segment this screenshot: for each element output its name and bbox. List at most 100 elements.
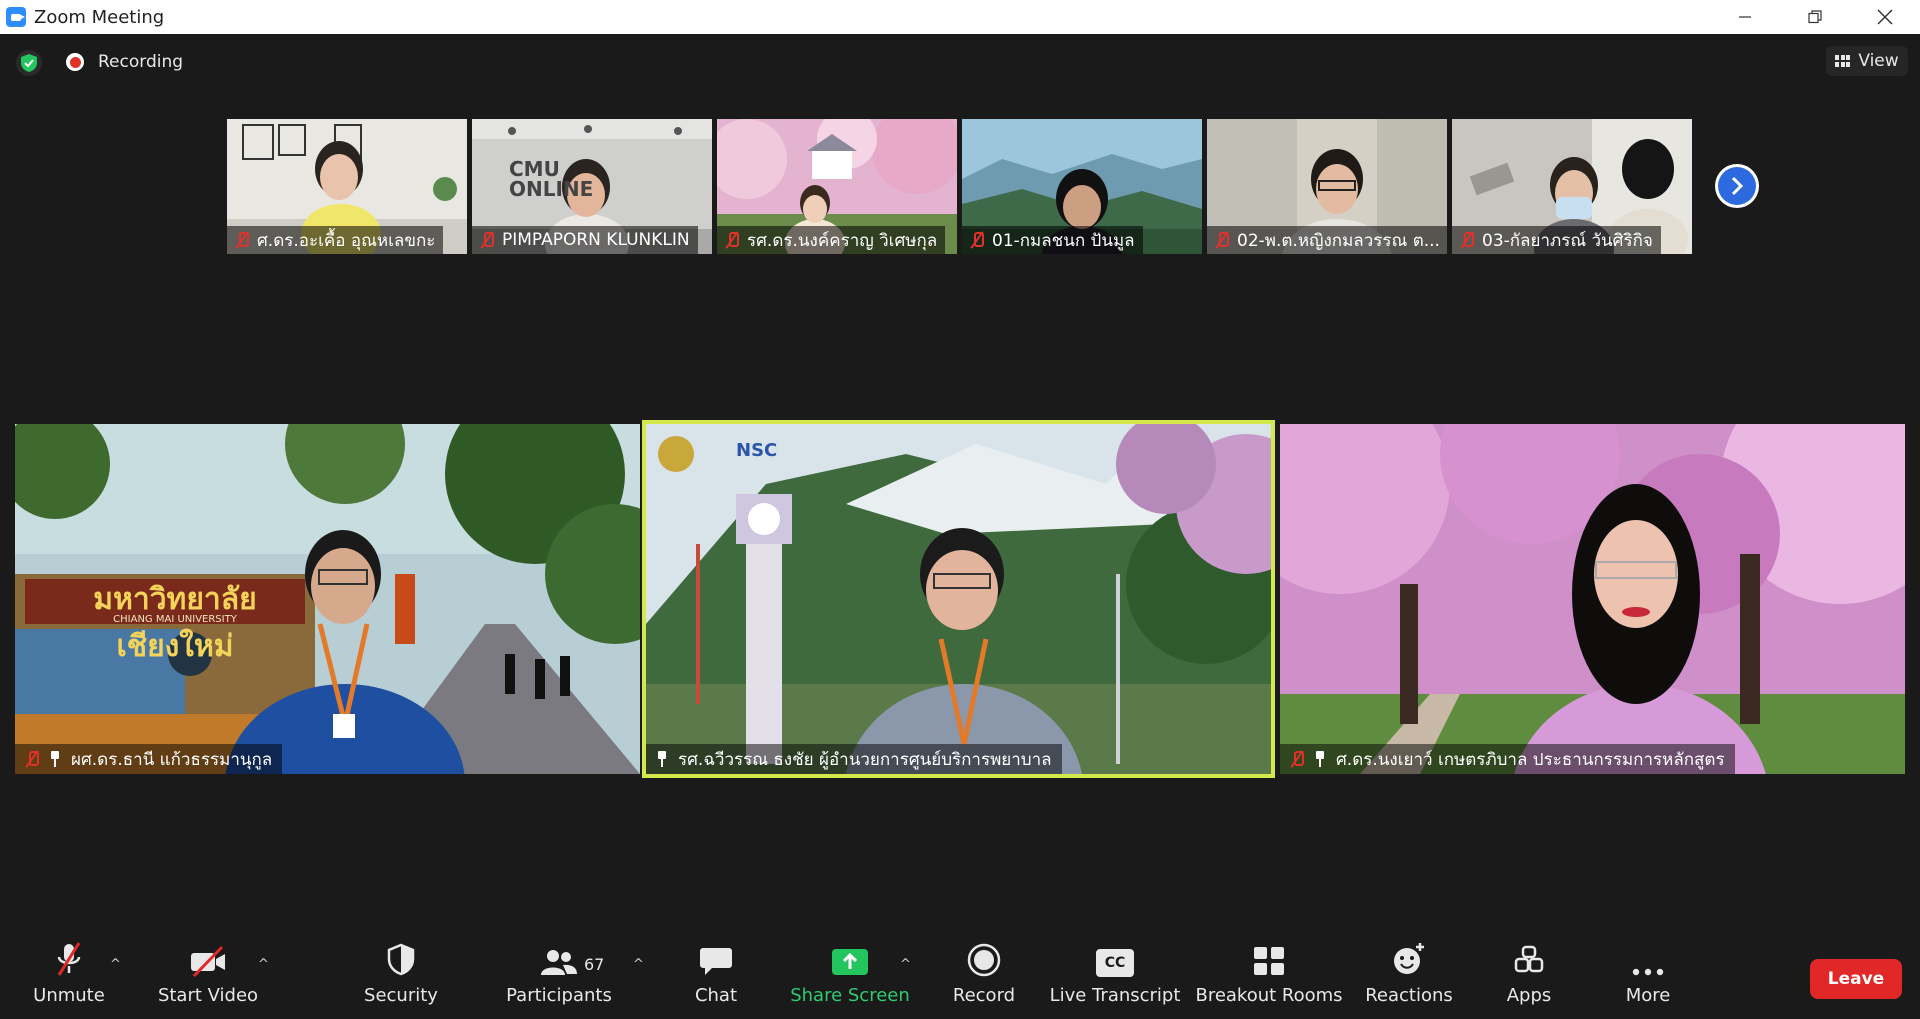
participant-thumbnail[interactable]: 01-กมลชนก ปันมูล	[962, 119, 1202, 254]
record-icon	[967, 943, 1001, 977]
chat-button[interactable]: Chat	[676, 935, 756, 1019]
share-screen-icon	[832, 949, 868, 975]
live-transcript-label: Live Transcript	[1049, 985, 1181, 1006]
participants-options-caret-icon[interactable]: ^	[633, 957, 644, 972]
participants-button[interactable]: Participants	[506, 935, 612, 1019]
record-button[interactable]: Record	[944, 935, 1024, 1019]
participant-name-label: 02-พ.ต.หญิงกมลวรรณ ต...	[1207, 226, 1447, 254]
security-button[interactable]: Security	[356, 935, 446, 1019]
zoom-window: Zoom Meeting Recording View ศ.ดร.อะเคื้อ…	[0, 0, 1920, 1019]
participants-count: 67	[584, 955, 605, 974]
video-tile[interactable]: ศ.ดร.นงเยาว์ เกษตรภิบาล ประธานกรรมการหลั…	[1280, 424, 1905, 774]
background-sign-text: CMU ONLINE	[509, 157, 594, 201]
microphone-muted-icon	[57, 942, 81, 976]
security-label: Security	[364, 985, 438, 1006]
encryption-shield-button[interactable]	[16, 50, 42, 76]
title-bar: Zoom Meeting	[0, 0, 1920, 34]
more-button[interactable]: More	[1612, 935, 1684, 1019]
participant-name: ศ.ดร.อะเคื้อ อุณหเลขกะ	[257, 230, 436, 251]
participant-thumbnail[interactable]: รศ.ดร.นงค์คราญ วิเศษกุล	[717, 119, 957, 254]
participant-name-label: ศ.ดร.อะเคื้อ อุณหเลขกะ	[227, 226, 444, 254]
participant-video	[646, 424, 1271, 774]
mic-muted-icon	[725, 231, 739, 249]
participant-name: 02-พ.ต.หญิงกมลวรรณ ต...	[1237, 230, 1440, 251]
share-options-caret-icon[interactable]: ^	[900, 957, 911, 972]
audio-options-caret-icon[interactable]: ^	[110, 957, 121, 972]
start-video-label: Start Video	[157, 985, 259, 1006]
participant-name: รศ.ดร.นงค์คราญ วิเศษกุล	[747, 230, 938, 251]
video-options-caret-icon[interactable]: ^	[258, 957, 269, 972]
recording-indicator[interactable]: Recording	[66, 52, 183, 72]
participant-name: 03-กัลยาภรณ์ วันศิริกิจ	[1482, 230, 1653, 251]
recording-label: Recording	[98, 52, 184, 72]
closed-caption-icon: CC	[1096, 949, 1134, 977]
apps-icon	[1514, 945, 1544, 973]
participant-name-label: 01-กมลชนก ปันมูล	[962, 226, 1143, 254]
mic-muted-icon	[25, 750, 39, 768]
record-label: Record	[952, 985, 1016, 1006]
participant-name-label: รศ.ดร.นงค์คราญ วิเศษกุล	[717, 226, 946, 254]
participant-thumbnail[interactable]: ศ.ดร.อะเคื้อ อุณหเลขกะ	[227, 119, 467, 254]
logo-text: NSC	[736, 440, 778, 461]
chat-label: Chat	[694, 985, 738, 1006]
breakout-rooms-icon	[1254, 947, 1284, 975]
participant-name: 01-กมลชนก ปันมูล	[992, 230, 1135, 251]
unmute-label: Unmute	[33, 985, 105, 1006]
participant-name: ศ.ดร.นงเยาว์ เกษตรภิบาล ประธานกรรมการหลั…	[1336, 749, 1725, 770]
unmute-button[interactable]: Unmute	[22, 935, 116, 1019]
active-speaker-tile[interactable]: NSC รศ.ฉวีวรรณ ธงชัย ผู้อำนวยการศูนย์บริ…	[642, 420, 1275, 778]
pin-icon	[49, 751, 61, 767]
start-video-button[interactable]: Start Video	[152, 935, 264, 1019]
breakout-rooms-label: Breakout Rooms	[1195, 985, 1343, 1006]
background-sign-subtext: CHIANG MAI UNIVERSITY	[113, 614, 237, 625]
mic-muted-icon	[480, 231, 494, 249]
participant-name-label: รศ.ฉวีวรรณ ธงชัย ผู้อำนวยการศูนย์บริการพ…	[646, 744, 1062, 774]
minimize-button[interactable]	[1710, 0, 1780, 34]
window-controls	[1710, 0, 1920, 34]
close-icon	[1877, 9, 1893, 25]
participant-name-label: ผศ.ดร.ธานี แก้วธรรมานุกูล	[15, 744, 283, 774]
view-button[interactable]: View	[1826, 46, 1908, 76]
share-screen-button[interactable]: Share Screen	[790, 935, 910, 1019]
participant-name: PIMPAPORN KLUNKLIN	[502, 230, 690, 250]
reactions-smiley-icon	[1394, 943, 1424, 974]
restore-button[interactable]	[1780, 0, 1850, 34]
live-transcript-button[interactable]: CC Live Transcript	[1050, 935, 1180, 1019]
participant-name-label: PIMPAPORN KLUNKLIN	[472, 226, 698, 254]
participant-thumbnail[interactable]: CMU ONLINE PIMPAPORN KLUNKLIN	[472, 119, 712, 254]
next-page-button[interactable]	[1715, 164, 1759, 208]
view-label: View	[1858, 51, 1899, 71]
leave-button[interactable]: Leave	[1810, 959, 1902, 999]
participant-name-label: ศ.ดร.นงเยาว์ เกษตรภิบาล ประธานกรรมการหลั…	[1280, 744, 1735, 774]
participant-video	[1280, 424, 1905, 774]
recording-dot-icon	[66, 53, 84, 71]
more-label: More	[1625, 985, 1671, 1006]
participants-icon	[541, 950, 577, 975]
mic-muted-icon	[1460, 231, 1474, 249]
shield-check-icon	[21, 54, 37, 72]
chevron-right-icon	[1731, 176, 1744, 196]
pin-icon	[1314, 751, 1326, 767]
mic-muted-icon	[235, 231, 249, 249]
zoom-logo-icon	[6, 7, 26, 27]
participants-label: Participants	[506, 985, 612, 1006]
reactions-button[interactable]: Reactions	[1364, 935, 1454, 1019]
participant-thumbnail[interactable]: 03-กัลยาภรณ์ วันศิริกิจ	[1452, 119, 1692, 254]
grid-view-icon	[1835, 55, 1851, 67]
shield-icon	[387, 943, 415, 976]
more-dots-icon	[1632, 968, 1664, 976]
breakout-rooms-button[interactable]: Breakout Rooms	[1195, 935, 1343, 1019]
close-button[interactable]	[1850, 0, 1920, 34]
participant-thumbnail[interactable]: 02-พ.ต.หญิงกมลวรรณ ต...	[1207, 119, 1447, 254]
restore-icon	[1808, 10, 1822, 24]
window-title: Zoom Meeting	[34, 6, 165, 28]
participant-name: ผศ.ดร.ธานี แก้วธรรมานุกูล	[71, 749, 273, 770]
chat-icon	[700, 948, 732, 975]
mic-muted-icon	[1215, 231, 1229, 249]
mic-muted-icon	[1290, 750, 1304, 768]
meeting-toolbar: Unmute ^ Start Video ^ Security Particip…	[0, 935, 1920, 1019]
minimize-icon	[1739, 16, 1751, 18]
video-tile[interactable]: มหาวิทยาลัยเชียงใหม่ CHIANG MAI UNIVERSI…	[15, 424, 640, 774]
apps-button[interactable]: Apps	[1494, 935, 1564, 1019]
participant-name-label: 03-กัลยาภรณ์ วันศิริกิจ	[1452, 226, 1661, 254]
